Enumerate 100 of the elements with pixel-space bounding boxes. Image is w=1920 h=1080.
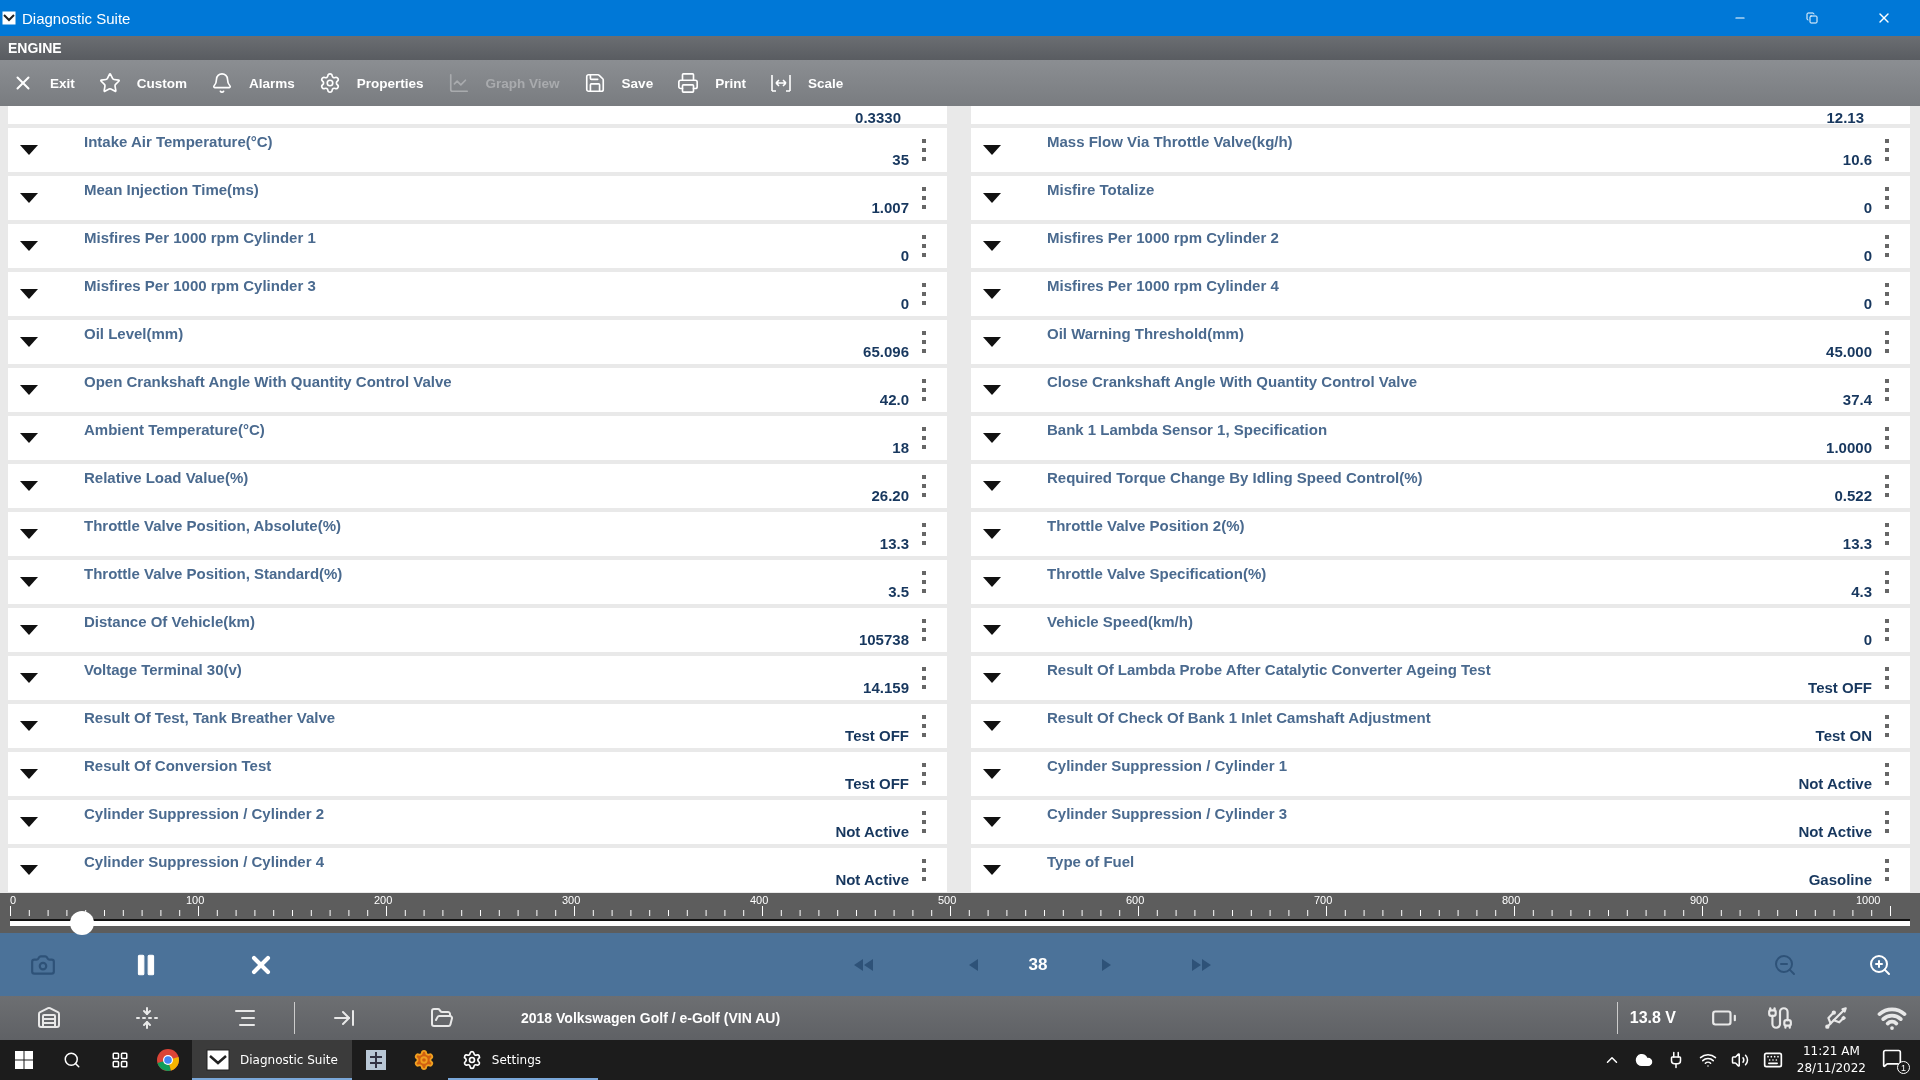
more-icon[interactable] — [1884, 715, 1890, 737]
wifi-icon[interactable] — [1698, 1051, 1717, 1069]
more-icon[interactable] — [921, 619, 927, 641]
caret-icon[interactable] — [983, 145, 1001, 155]
more-icon[interactable] — [1884, 619, 1890, 641]
caret-icon[interactable] — [983, 721, 1001, 731]
parameter-value: 4.3 — [1851, 583, 1872, 600]
usb-icon — [1823, 1005, 1849, 1031]
app-icon — [363, 1048, 388, 1072]
caret-icon[interactable] — [983, 481, 1001, 491]
more-icon[interactable] — [921, 235, 927, 257]
caret-icon[interactable] — [20, 721, 38, 731]
caret-icon[interactable] — [983, 625, 1001, 635]
more-icon[interactable] — [1884, 379, 1890, 401]
caret-icon[interactable] — [20, 481, 38, 491]
more-icon[interactable] — [921, 379, 927, 401]
caret-icon[interactable] — [20, 577, 38, 587]
parameter-name: Voltage Terminal 30(v) — [84, 661, 243, 678]
caret-icon[interactable] — [20, 673, 38, 683]
parameter-value: 65.096 — [863, 343, 909, 360]
tick-label: 0 — [10, 894, 17, 906]
caret-icon[interactable] — [983, 289, 1001, 299]
cloud-icon[interactable] — [1634, 1051, 1653, 1069]
clock[interactable]: 11:21 AM 28/11/2022 — [1796, 1043, 1866, 1077]
toolbar-button[interactable]: Save — [579, 63, 668, 103]
caret-icon[interactable] — [983, 241, 1001, 251]
taskbar-app[interactable]: Diagnostic Suite — [192, 1040, 352, 1080]
parameter-name: Throttle Valve Specification(%) — [1047, 565, 1268, 582]
caret-icon[interactable] — [20, 625, 38, 635]
more-icon[interactable] — [1884, 283, 1890, 305]
more-icon[interactable] — [1884, 859, 1890, 881]
folder-icon — [430, 1006, 454, 1030]
more-icon[interactable] — [1884, 811, 1890, 833]
caret-icon[interactable] — [20, 385, 38, 395]
keyboard-icon[interactable] — [1762, 1050, 1783, 1070]
caret-icon[interactable] — [20, 865, 38, 875]
caret-icon[interactable] — [983, 385, 1001, 395]
more-icon[interactable] — [1884, 667, 1890, 689]
caret-icon[interactable] — [983, 673, 1001, 683]
more-icon[interactable] — [1884, 475, 1890, 497]
more-icon[interactable] — [921, 139, 927, 161]
toolbar-button[interactable]: Alarms — [207, 63, 309, 103]
more-icon[interactable] — [921, 859, 927, 881]
more-icon[interactable] — [1884, 235, 1890, 257]
toolbar-button[interactable]: Scale — [765, 63, 858, 103]
caret-icon[interactable] — [20, 289, 38, 299]
more-icon[interactable] — [921, 283, 927, 305]
caret-icon[interactable] — [983, 337, 1001, 347]
caret-icon[interactable] — [20, 817, 38, 827]
more-icon[interactable] — [921, 523, 927, 545]
caret-icon[interactable] — [20, 433, 38, 443]
parameter-value: 105738 — [858, 631, 909, 648]
caret-icon[interactable] — [20, 145, 38, 155]
caret-icon[interactable] — [983, 193, 1001, 203]
notification-icon — [1882, 1048, 1902, 1068]
caret-icon[interactable] — [20, 337, 38, 347]
parameter-value: Gasoline — [1808, 871, 1872, 888]
caret-icon[interactable] — [20, 241, 38, 251]
caret-icon[interactable] — [20, 769, 38, 779]
caret-icon[interactable] — [983, 577, 1001, 587]
toolbar-button[interactable]: Properties — [314, 63, 438, 103]
more-icon[interactable] — [1884, 427, 1890, 449]
app-icon — [2, 11, 16, 25]
parameter-value: 12.13 — [1826, 112, 1864, 124]
caret-icon[interactable] — [983, 865, 1001, 875]
caret-icon[interactable] — [983, 433, 1001, 443]
taskbar-app[interactable]: Settings — [447, 1040, 598, 1080]
more-icon[interactable] — [1884, 187, 1890, 209]
more-icon[interactable] — [921, 715, 927, 737]
caret-icon[interactable] — [983, 529, 1001, 539]
parameter-value: 0 — [1863, 247, 1872, 264]
more-icon[interactable] — [921, 331, 927, 353]
notification-button[interactable]: 1 — [1880, 1046, 1910, 1074]
parameter-name: Result Of Test, Tank Breather Valve — [84, 709, 337, 726]
slider-thumb[interactable] — [70, 911, 95, 935]
more-icon[interactable] — [1884, 571, 1890, 593]
more-icon[interactable] — [1884, 523, 1890, 545]
parameter-name: Cylinder Suppression / Cylinder 3 — [1047, 805, 1289, 822]
more-icon[interactable] — [921, 811, 927, 833]
more-icon[interactable] — [1884, 331, 1890, 353]
parameter-value: 3.5 — [888, 583, 909, 600]
toolbar-button[interactable]: Print — [673, 63, 760, 103]
more-icon[interactable] — [921, 571, 927, 593]
more-icon[interactable] — [921, 763, 927, 785]
more-icon[interactable] — [1884, 763, 1890, 785]
caret-icon[interactable] — [983, 817, 1001, 827]
caret-icon[interactable] — [20, 529, 38, 539]
more-icon[interactable] — [921, 427, 927, 449]
toolbar-button[interactable]: Exit — [8, 63, 89, 103]
toolbar-button[interactable]: Custom — [94, 63, 201, 103]
more-icon[interactable] — [921, 187, 927, 209]
more-icon[interactable] — [921, 475, 927, 497]
parameter-value: 13.3 — [1842, 535, 1872, 552]
more-icon[interactable] — [921, 667, 927, 689]
parameter-value: Test OFF — [1808, 679, 1872, 696]
volume-icon[interactable] — [1730, 1051, 1749, 1069]
caret-icon[interactable] — [20, 193, 38, 203]
timeline-slider[interactable] — [10, 911, 1910, 935]
caret-icon[interactable] — [983, 769, 1001, 779]
more-icon[interactable] — [1884, 139, 1890, 161]
